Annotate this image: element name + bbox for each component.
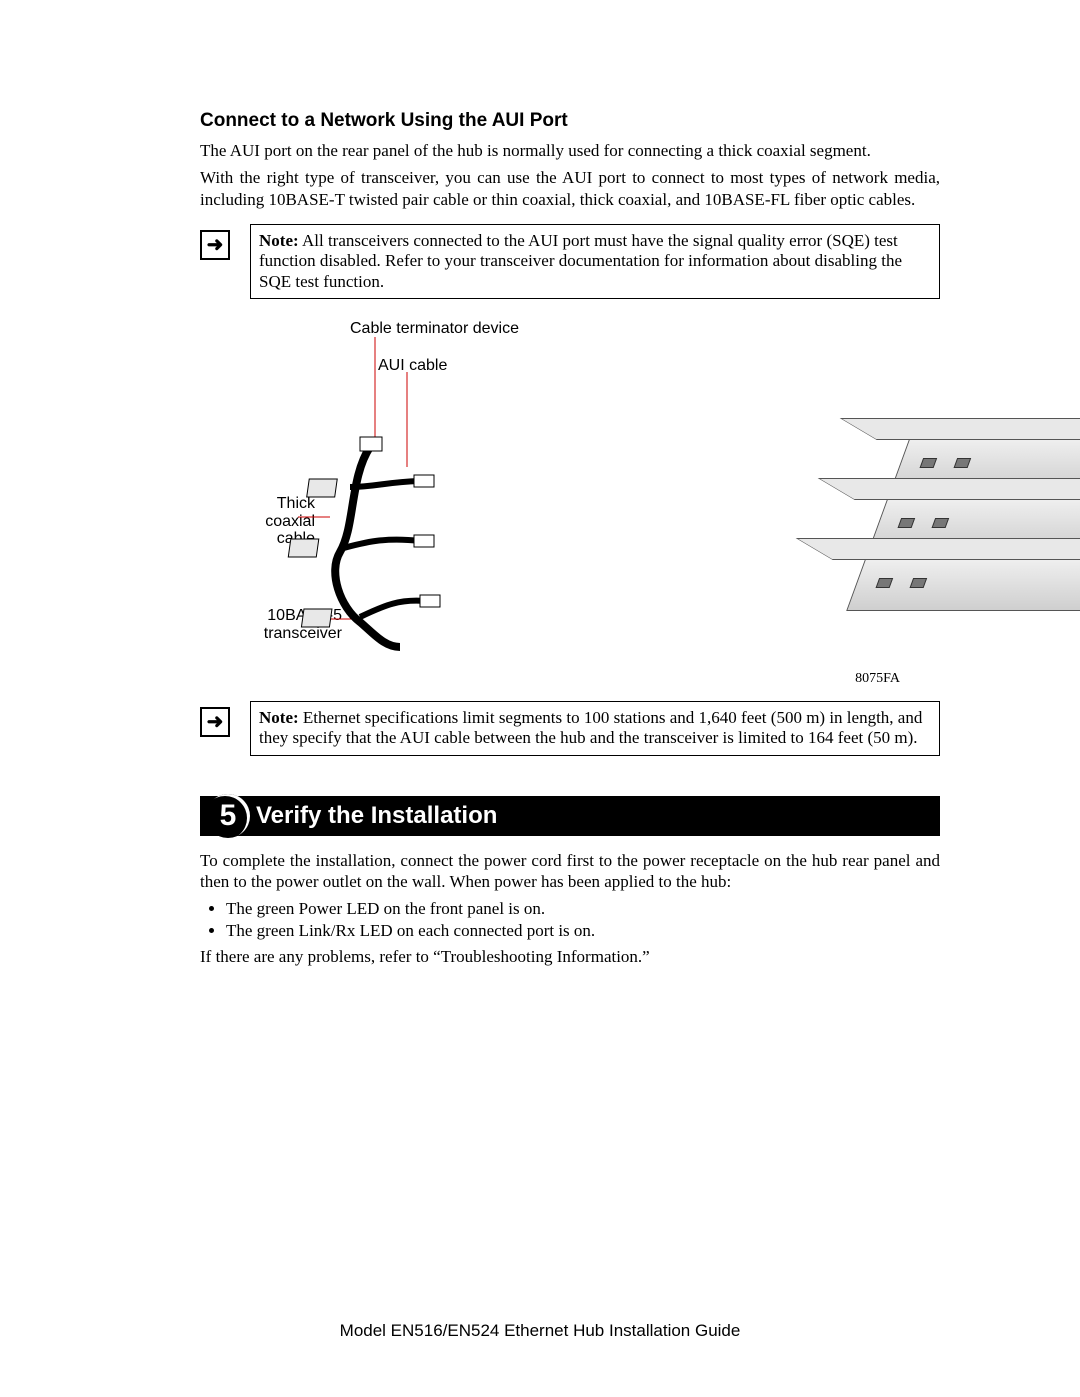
- note-sqe-text: Note: All transceivers connected to the …: [250, 224, 940, 299]
- list-item: The green Link/Rx LED on each connected …: [226, 920, 940, 941]
- figure-aui-wiring: Cable terminator device AUI cable Thick …: [200, 317, 940, 687]
- hub-device: [846, 557, 1080, 611]
- note-label: Note:: [259, 231, 299, 250]
- note-label: Note:: [259, 708, 299, 727]
- list-item: The green Power LED on the front panel i…: [226, 898, 940, 919]
- note-limits: ➜ Note: Ethernet specifications limit se…: [200, 701, 940, 756]
- verify-bullets: The green Power LED on the front panel i…: [200, 898, 940, 942]
- arrow-icon: ➜: [200, 230, 230, 260]
- step-title: Verify the Installation: [256, 802, 497, 829]
- note-limits-text: Note: Ethernet specifications limit segm…: [250, 701, 940, 756]
- section-title-aui: Connect to a Network Using the AUI Port: [200, 110, 940, 132]
- page-footer: Model EN516/EN524 Ethernet Hub Installat…: [0, 1321, 1080, 1341]
- note-sqe: ➜ Note: All transceivers connected to th…: [200, 224, 940, 299]
- para-aui-2: With the right type of transceiver, you …: [200, 167, 940, 210]
- note-body: Ethernet specifications limit segments t…: [259, 708, 922, 747]
- para-verify-2: If there are any problems, refer to “Tro…: [200, 946, 940, 967]
- figure-code: 8075FA: [855, 671, 900, 687]
- step-number-badge: 5: [206, 794, 250, 838]
- note-body: All transceivers connected to the AUI po…: [259, 231, 902, 291]
- arrow-icon: ➜: [200, 707, 230, 737]
- step-header-verify: 5 Verify the Installation: [200, 796, 940, 836]
- para-aui-1: The AUI port on the rear panel of the hu…: [200, 140, 940, 161]
- figure-cables: [200, 317, 940, 687]
- para-verify-1: To complete the installation, connect th…: [200, 850, 940, 893]
